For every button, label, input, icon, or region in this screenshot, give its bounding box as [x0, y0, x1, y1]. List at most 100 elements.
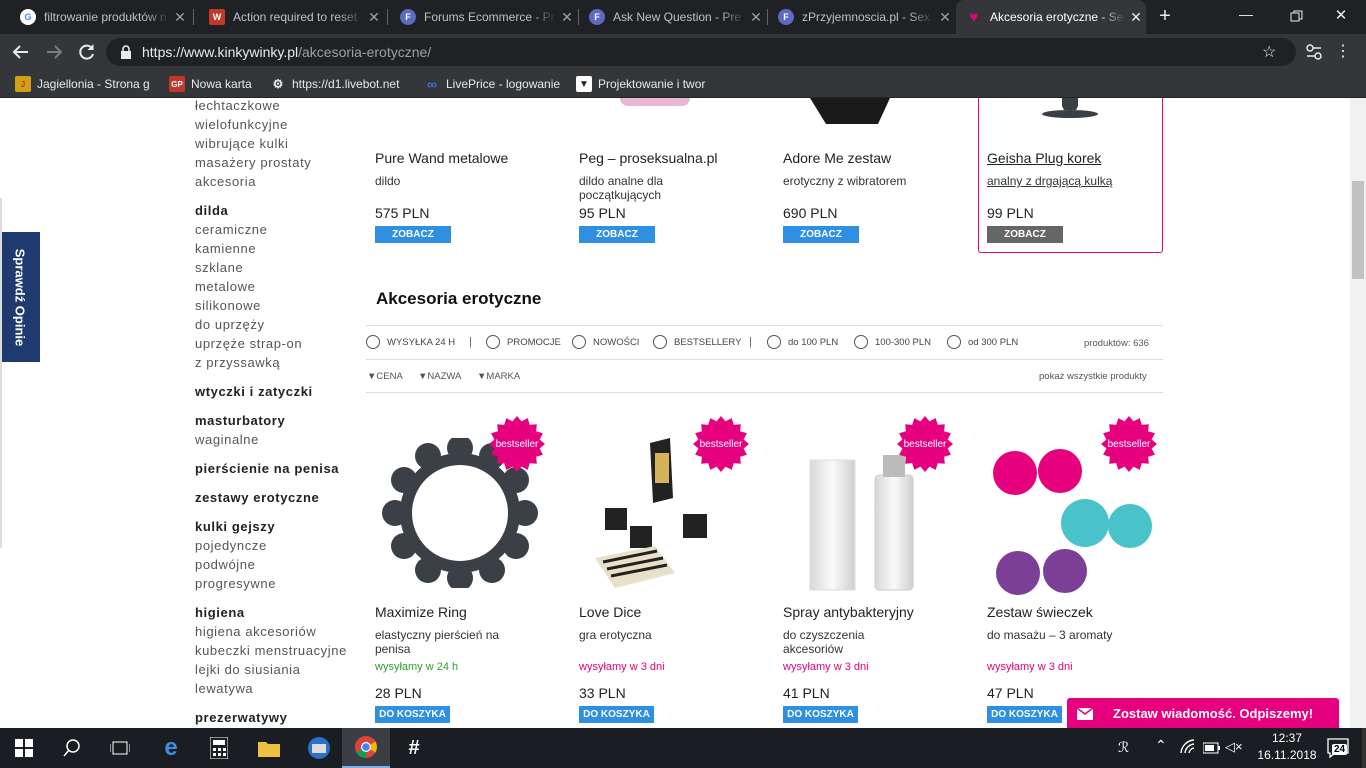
menu-icon[interactable]: ⋮: [1335, 42, 1351, 62]
product-name[interactable]: Adore Me zestaw: [783, 150, 891, 166]
chat-widget[interactable]: Zostaw wiadomość. Odpiszemy!: [1067, 698, 1339, 728]
sidebar-item[interactable]: ceramiczne: [195, 222, 267, 237]
scrollbar-thumb[interactable]: [1352, 181, 1364, 279]
sidebar-heading[interactable]: pierścienie na penisa: [195, 461, 339, 476]
thunderbird-icon[interactable]: [295, 728, 343, 768]
new-tab-button[interactable]: +: [1154, 5, 1176, 27]
sidebar-heading[interactable]: higiena: [195, 605, 245, 620]
bookmark-item[interactable]: ∞ LivePrice - logowanie: [424, 75, 564, 93]
sidebar-item[interactable]: z przyssawką: [195, 355, 280, 370]
sort-brand[interactable]: ▼MARKA: [477, 371, 520, 382]
product-image[interactable]: [620, 98, 690, 106]
filter-option[interactable]: od 300 PLN: [947, 335, 1018, 349]
reload-icon[interactable]: [76, 41, 98, 63]
calculator-icon[interactable]: [195, 728, 243, 768]
battery-icon[interactable]: [1202, 741, 1221, 754]
close-icon[interactable]: ✕: [557, 9, 577, 26]
forward-icon[interactable]: [43, 41, 65, 63]
radio-icon[interactable]: [486, 335, 500, 349]
back-icon[interactable]: [10, 41, 32, 63]
view-button[interactable]: ZOBACZ: [783, 226, 859, 243]
sidebar-item[interactable]: waginalne: [195, 432, 259, 447]
minimize-icon[interactable]: —: [1236, 6, 1256, 26]
view-button[interactable]: ZOBACZ: [375, 226, 451, 243]
browser-tab[interactable]: F Ask New Question - Pre ✕: [579, 0, 766, 34]
clock-time[interactable]: 12:37: [1252, 731, 1322, 745]
sidebar-heading[interactable]: zestawy erotyczne: [195, 490, 319, 505]
close-icon[interactable]: ✕: [746, 9, 766, 26]
view-button[interactable]: ZOBACZ: [987, 226, 1063, 243]
sidebar-item[interactable]: lejki do siusiania: [195, 662, 300, 677]
sidebar-item[interactable]: lewatywa: [195, 681, 253, 696]
close-window-icon[interactable]: ✕: [1331, 6, 1351, 26]
sidebar-item[interactable]: szklane: [195, 260, 243, 275]
bookmark-item[interactable]: ⚙ https://d1.livebot.net: [270, 75, 407, 93]
sidebar-item[interactable]: podwójne: [195, 557, 255, 572]
sidebar-heading[interactable]: dildа: [195, 203, 228, 218]
add-to-cart-button[interactable]: DO KOSZYKA: [987, 706, 1062, 723]
sort-price[interactable]: ▼CENA: [367, 371, 403, 382]
address-bar[interactable]: https://www.kinkywinky.pl/akcesoria-erot…: [106, 38, 1296, 66]
add-to-cart-button[interactable]: DO KOSZYKA: [375, 706, 450, 723]
filter-option[interactable]: do 100 PLN: [767, 335, 838, 349]
filter-option[interactable]: 100-300 PLN: [854, 335, 931, 349]
sidebar-item[interactable]: łechtaczkowe: [195, 98, 280, 113]
show-all-link[interactable]: pokaż wszystkie produkty: [1039, 371, 1147, 382]
edge-icon[interactable]: e: [147, 728, 195, 768]
sidebar-item[interactable]: silikonowe: [195, 298, 261, 313]
sidebar-heading[interactable]: wtyczki i zatyczki: [195, 384, 313, 399]
radio-icon[interactable]: [653, 335, 667, 349]
sidebar-item[interactable]: akcesoria: [195, 174, 256, 189]
filter-option[interactable]: PROMOCJE: [486, 335, 561, 349]
clock-date[interactable]: 16.11.2018: [1252, 748, 1322, 762]
view-button[interactable]: ZOBACZ: [579, 226, 655, 243]
sidebar-item[interactable]: kubeczki menstruacyjne: [195, 643, 347, 658]
windows-start-icon[interactable]: [0, 728, 48, 768]
sidebar-heading[interactable]: masturbatory: [195, 413, 285, 428]
filter-option[interactable]: BESTSELLERY: [653, 335, 741, 349]
extension-icon[interactable]: [1304, 42, 1324, 62]
sidebar-item[interactable]: uprzęże strap-on: [195, 336, 302, 351]
sidebar-heading[interactable]: kulki gejszy: [195, 519, 275, 534]
sidebar-item[interactable]: pojedyncze: [195, 538, 267, 553]
bookmark-item[interactable]: GP Nowa karta: [169, 75, 259, 93]
volume-icon[interactable]: ◁×: [1225, 739, 1243, 755]
radio-icon[interactable]: [572, 335, 586, 349]
radio-icon[interactable]: [854, 335, 868, 349]
filter-option[interactable]: NOWOŚCI: [572, 335, 639, 349]
product-name[interactable]: Peg – proseksualna.pl: [579, 150, 718, 166]
sidebar-item[interactable]: higiena akcesoriów: [195, 624, 316, 639]
reviews-side-tab[interactable]: Sprawdź Opinie: [0, 232, 40, 362]
product-name[interactable]: Zestaw świeczek: [987, 604, 1093, 620]
product-name[interactable]: Spray antybakteryjny: [783, 604, 914, 620]
add-to-cart-button[interactable]: DO KOSZYKA: [579, 706, 654, 723]
people-icon[interactable]: ℛ: [1118, 739, 1129, 756]
sidebar-item[interactable]: do uprzęży: [195, 317, 265, 332]
sort-name[interactable]: ▼NAZWA: [418, 371, 461, 382]
filter-option[interactable]: WYSYŁKA 24 H: [366, 335, 455, 349]
add-to-cart-button[interactable]: DO KOSZYKA: [783, 706, 858, 723]
browser-tab[interactable]: F Forums Ecommerce - Pr ✕: [390, 0, 577, 34]
browser-tab-active[interactable]: ♥ Akcesoria erotyczne - Se ✕: [956, 0, 1146, 34]
star-icon[interactable]: ☆: [1262, 42, 1276, 62]
product-name[interactable]: Maximize Ring: [375, 604, 467, 620]
radio-icon[interactable]: [767, 335, 781, 349]
browser-tab[interactable]: F zPrzyjemnoscia.pl - Sex ✕: [768, 0, 955, 34]
radio-icon[interactable]: [366, 335, 380, 349]
file-explorer-icon[interactable]: [245, 728, 293, 768]
product-image[interactable]: [810, 98, 890, 124]
slack-icon[interactable]: #: [390, 728, 438, 768]
sidebar-item[interactable]: metalowe: [195, 279, 255, 294]
sidebar-item[interactable]: wielofunkcyjne: [195, 117, 288, 132]
sidebar-item[interactable]: masażery prostaty: [195, 155, 311, 170]
notification-icon[interactable]: 24: [1326, 736, 1350, 760]
product-name[interactable]: Love Dice: [579, 604, 641, 620]
bookmark-item[interactable]: ▼ Projektowanie i twor: [576, 75, 714, 93]
browser-tab[interactable]: G filtrowanie produktów n ✕: [10, 0, 190, 34]
wifi-icon[interactable]: [1180, 739, 1198, 755]
sidebar-item[interactable]: progresywne: [195, 576, 276, 591]
close-icon[interactable]: ✕: [170, 9, 190, 26]
sidebar-item[interactable]: wibrujące kulki: [195, 136, 289, 151]
chrome-icon[interactable]: [342, 728, 390, 768]
browser-tab[interactable]: W Action required to reset ✕: [199, 0, 384, 34]
